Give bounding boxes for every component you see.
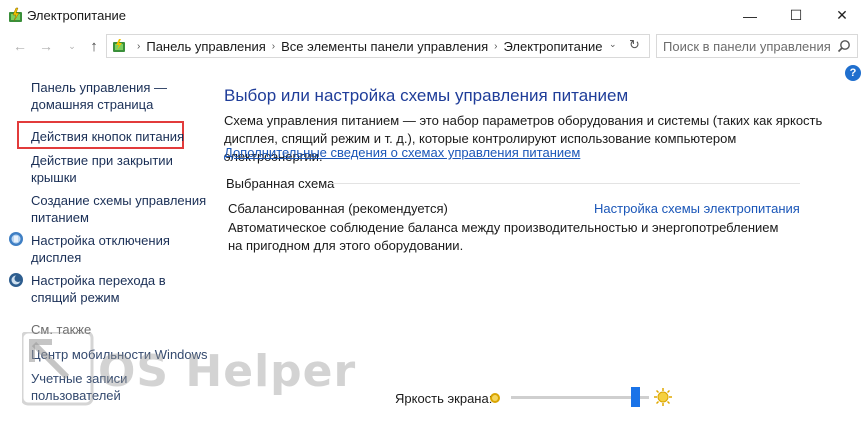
section-divider bbox=[330, 183, 800, 184]
breadcrumb-separator[interactable]: › bbox=[272, 41, 275, 52]
brightness-high-icon bbox=[654, 388, 672, 406]
navigation-bar: ← → ⌄ ↑ › Панель управления › Все элемен… bbox=[0, 33, 865, 59]
power-options-icon bbox=[9, 7, 22, 22]
breadcrumb-all-items[interactable]: Все элементы панели управления bbox=[281, 39, 488, 54]
search-input[interactable] bbox=[663, 38, 839, 54]
close-button[interactable]: ✕ bbox=[819, 0, 865, 31]
plan-settings-link[interactable]: Настройка схемы электропитания bbox=[594, 201, 800, 216]
brightness-label: Яркость экрана: bbox=[395, 391, 493, 406]
title-bar: Электропитание — ☐ ✕ bbox=[0, 0, 865, 31]
control-panel-icon bbox=[113, 39, 125, 52]
address-bar[interactable]: › Панель управления › Все элементы панел… bbox=[106, 34, 650, 58]
sidebar-item-home[interactable]: Панель управления — домашняя страница bbox=[31, 79, 167, 113]
sidebar-item-label: спящий режим bbox=[31, 290, 120, 305]
sidebar-item-label: Действие при закрытии bbox=[31, 153, 173, 168]
breadcrumb-power-options[interactable]: Электропитание bbox=[504, 39, 603, 54]
help-button[interactable]: ? bbox=[845, 65, 861, 81]
sidebar-item-label: питанием bbox=[31, 210, 89, 225]
selected-plan-heading: Выбранная схема bbox=[226, 176, 335, 191]
search-icon[interactable] bbox=[837, 39, 851, 53]
breadcrumb-separator[interactable]: › bbox=[494, 41, 497, 52]
sidebar-item-sleep[interactable]: Настройка перехода в спящий режим bbox=[31, 272, 166, 306]
up-button[interactable]: ↑ bbox=[84, 36, 104, 56]
forward-button[interactable]: → bbox=[36, 36, 56, 56]
sidebar-item-label: Настройка перехода в bbox=[31, 273, 166, 288]
search-box[interactable] bbox=[656, 34, 858, 58]
brightness-slider[interactable] bbox=[511, 387, 649, 407]
sidebar-item-label: дисплея bbox=[31, 250, 82, 265]
breadcrumb-separator: › bbox=[137, 40, 141, 52]
watermark-text: OS Helper bbox=[98, 346, 357, 397]
minimize-button[interactable]: — bbox=[727, 0, 773, 31]
window-title: Электропитание bbox=[27, 8, 126, 23]
plan-name: Сбалансированная (рекомендуется) bbox=[228, 201, 448, 216]
more-info-link[interactable]: Дополнительные сведения о схемах управле… bbox=[224, 145, 580, 160]
breadcrumb-control-panel[interactable]: Панель управления bbox=[146, 39, 265, 54]
back-button[interactable]: ← bbox=[10, 36, 30, 56]
recent-locations-button[interactable]: ⌄ bbox=[62, 36, 82, 56]
sidebar-item-lid-close[interactable]: Действие при закрытии крышки bbox=[31, 152, 173, 186]
sidebar-item-create-plan[interactable]: Создание схемы управления питанием bbox=[31, 192, 206, 226]
sidebar-item-label: крышки bbox=[31, 170, 77, 185]
sidebar-item-label: Создание схемы управления bbox=[31, 193, 207, 208]
brightness-low-icon bbox=[490, 393, 500, 403]
brightness-slider-thumb[interactable] bbox=[631, 387, 640, 407]
maximize-button[interactable]: ☐ bbox=[773, 0, 819, 31]
display-icon bbox=[9, 232, 23, 246]
moon-icon bbox=[9, 273, 23, 287]
page-title: Выбор или настройка схемы управления пит… bbox=[224, 86, 629, 105]
sidebar-item-label: Действия кнопок питания bbox=[31, 129, 185, 144]
sidebar-item-label: Панель управления — bbox=[31, 80, 168, 95]
address-dropdown-button[interactable]: ⌄ bbox=[609, 39, 617, 50]
sidebar-item-display-off[interactable]: Настройка отключения дисплея bbox=[31, 232, 170, 266]
sidebar-item-power-buttons[interactable]: Действия кнопок питания bbox=[31, 128, 184, 145]
see-also-heading: См. также bbox=[31, 322, 92, 337]
plan-description: Автоматическое соблюдение баланса между … bbox=[228, 220, 779, 253]
sidebar-item-label: Настройка отключения bbox=[31, 233, 170, 248]
refresh-button[interactable]: ↻ bbox=[629, 37, 640, 53]
sidebar-item-label: домашняя страница bbox=[31, 97, 154, 112]
